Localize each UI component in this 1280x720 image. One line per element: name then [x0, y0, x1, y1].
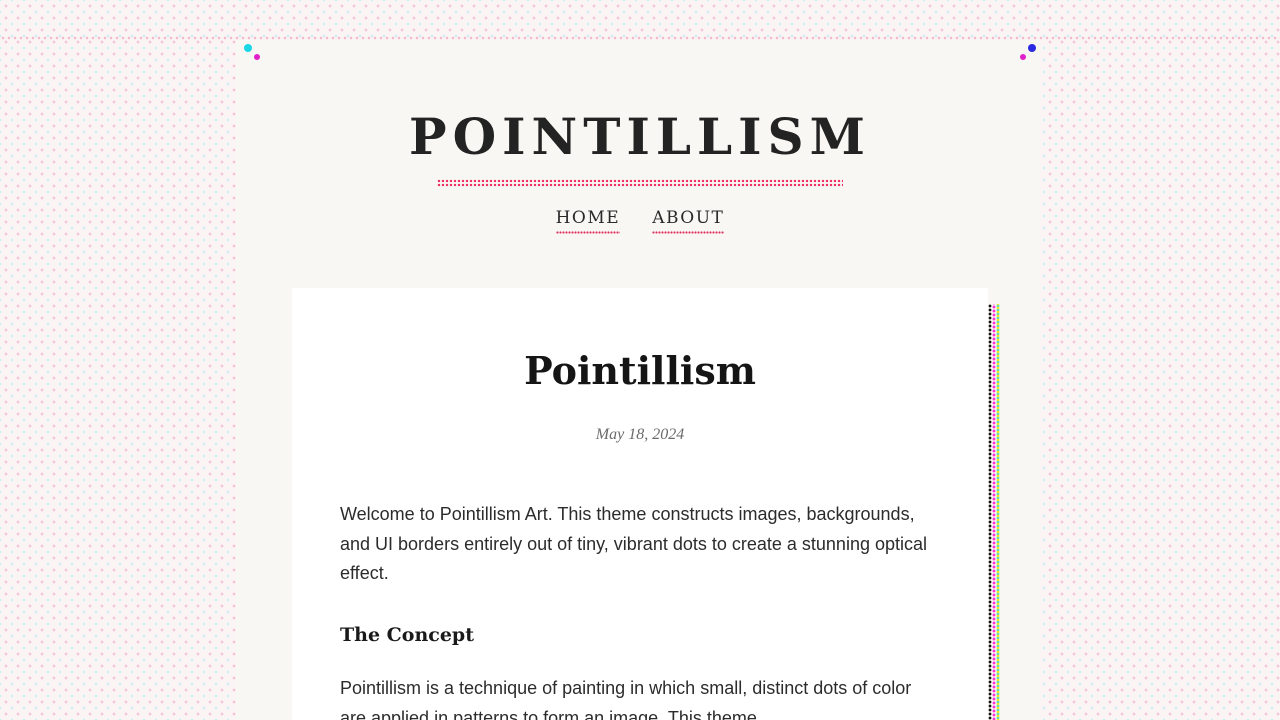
dotted-scrollbar[interactable]: [988, 304, 1002, 720]
corner-dot-cyan: [244, 44, 252, 52]
nav-home-link[interactable]: HOME: [555, 208, 621, 234]
corner-dot-blue: [1028, 44, 1036, 52]
section-paragraph: Pointillism is a technique of painting i…: [340, 678, 912, 720]
post-date: May 18, 2024: [595, 426, 685, 443]
corner-dot-magenta-left: [254, 54, 260, 60]
section-heading: The Concept: [340, 624, 474, 646]
post-intro-paragraph: Welcome to Pointillism Art. This theme c…: [340, 504, 927, 584]
post-title: Pointillism: [524, 348, 756, 393]
site-title[interactable]: POINTILLISM: [0, 104, 1280, 170]
main-nav: HOME ABOUT: [0, 208, 1280, 234]
post-intro: Welcome to Pointillism Art. This theme c…: [340, 500, 940, 589]
section-body: Pointillism is a technique of painting i…: [340, 674, 940, 720]
corner-dot-magenta-right: [1020, 54, 1026, 60]
site-title-underline: [437, 179, 843, 187]
post-card: Pointillism May 18, 2024 Welcome to Poin…: [292, 288, 988, 720]
nav-about-link[interactable]: ABOUT: [652, 208, 725, 234]
